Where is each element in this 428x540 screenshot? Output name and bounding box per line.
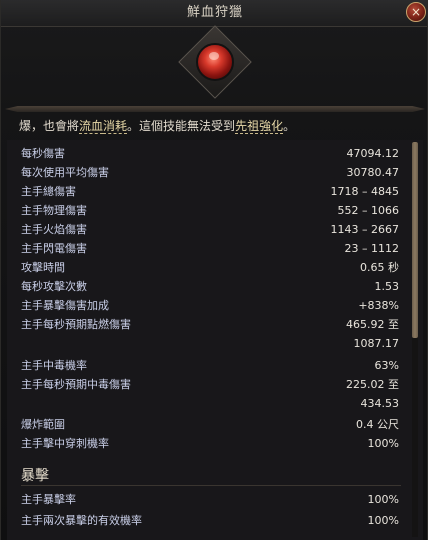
keyword-consume[interactable]: 消耗 (103, 119, 128, 134)
scrollbar-thumb[interactable] (412, 142, 418, 338)
stat-value: 465.92 至 (346, 318, 399, 331)
stats-scroll-area[interactable]: 每秒傷害 47094.12 每次使用平均傷害 30780.47 主手總傷害 17… (7, 140, 423, 540)
header-divider (5, 106, 425, 112)
stat-label: 每次使用平均傷害 (21, 166, 109, 179)
stat-value: 1143 – 2667 (330, 223, 399, 236)
stat-value: 552 – 1066 (337, 204, 399, 217)
skill-emblem (178, 25, 252, 99)
skill-title: 鮮血狩獵 (186, 5, 243, 20)
stat-row: 每次使用平均傷害 30780.47 (21, 163, 399, 182)
stat-label: 主手暴擊率 (21, 493, 76, 506)
skill-tooltip-panel: 鮮血狩獵 × 爆，也會將流血消耗。這個技能無法受到先祖強化。 每秒傷害 4709… (0, 0, 428, 540)
stat-value: 23 – 1112 (344, 242, 399, 255)
stat-label: 主手物理傷害 (21, 204, 87, 217)
stat-value: +838% (358, 299, 399, 312)
stat-row: 主手物理傷害 552 – 1066 (21, 201, 399, 220)
stat-row: 主手中毒機率 63% (21, 356, 399, 375)
stat-row: 主手每秒預期中毒傷害 225.02 至 (21, 375, 399, 394)
stat-row: 主手暴擊率 100% (21, 490, 399, 509)
stat-row-continuation: 1087.17 (21, 334, 400, 353)
stat-value: 30780.47 (346, 166, 400, 179)
stat-value: 1.53 (374, 280, 400, 293)
stat-label: 主手兩次暴擊的有效機率 (21, 514, 142, 527)
stat-value: 1718 – 4845 (330, 185, 399, 198)
stat-label: 主手火焰傷害 (21, 223, 87, 236)
desc-middle: 。這個技能無法受到 (127, 119, 236, 133)
stat-row: 主手火焰傷害 1143 – 2667 (21, 220, 399, 239)
stat-label: 每秒攻擊次數 (21, 280, 87, 293)
desc-suffix: 。 (283, 119, 296, 133)
desc-prefix: 爆，也會將 (19, 119, 80, 133)
stat-value: 100% (367, 514, 399, 527)
stat-value-continued: 434.53 (360, 397, 400, 410)
stat-label: 攻擊時間 (21, 261, 65, 274)
section-title-critical: 暴擊 (21, 468, 49, 484)
stat-value-continued: 1087.17 (353, 337, 400, 350)
stat-value: 0.4 公尺 (356, 418, 399, 431)
stat-label: 主手每秒預期點燃傷害 (21, 318, 131, 331)
stat-label: 主手擊中穿刺機率 (21, 437, 109, 450)
orb-glint-icon (209, 52, 219, 60)
stat-row: 主手每秒預期點燃傷害 465.92 至 (21, 315, 399, 334)
stat-value: 0.65 秒 (360, 261, 399, 274)
stat-row: 爆炸範圍 0.4 公尺 (21, 415, 399, 434)
stat-row: 主手暴擊傷害加成 +838% (21, 296, 399, 315)
stat-label: 爆炸範圍 (21, 418, 65, 431)
stat-value: 100% (367, 437, 399, 450)
stat-row: 主手閃電傷害 23 – 1112 (21, 239, 399, 258)
title-bar: 鮮血狩獵 × (1, 0, 427, 27)
keyword-bleed[interactable]: 流血 (79, 119, 104, 134)
stat-row: 主手兩次暴擊的有效機率 100% (21, 511, 399, 530)
stat-value: 225.02 至 (346, 378, 399, 391)
section-divider (21, 485, 401, 486)
stat-label: 主手暴擊傷害加成 (21, 299, 109, 312)
stat-label: 主手閃電傷害 (21, 242, 87, 255)
scrollbar-track[interactable] (412, 142, 418, 537)
keyword-ancestral-boost[interactable]: 先祖強化 (235, 119, 284, 134)
stat-label: 每秒傷害 (21, 147, 65, 160)
stat-row: 主手擊中穿刺機率 100% (21, 434, 399, 453)
stat-value: 63% (374, 359, 399, 372)
stat-label: 主手總傷害 (21, 185, 76, 198)
close-button[interactable]: × (406, 2, 426, 22)
blood-orb-icon (196, 43, 234, 81)
stat-row: 攻擊時間 0.65 秒 (21, 258, 399, 277)
stat-label: 主手中毒機率 (21, 359, 87, 372)
skill-description: 爆，也會將流血消耗。這個技能無法受到先祖強化。 (19, 116, 414, 136)
stat-value: 47094.12 (346, 147, 400, 160)
stat-row: 每秒攻擊次數 1.53 (21, 277, 399, 296)
stat-value: 100% (367, 493, 399, 506)
stat-row: 主手總傷害 1718 – 4845 (21, 182, 399, 201)
stat-row-continuation: 434.53 (21, 394, 400, 413)
stat-row: 每秒傷害 47094.12 (21, 144, 399, 163)
stat-label: 主手每秒預期中毒傷害 (21, 378, 131, 391)
